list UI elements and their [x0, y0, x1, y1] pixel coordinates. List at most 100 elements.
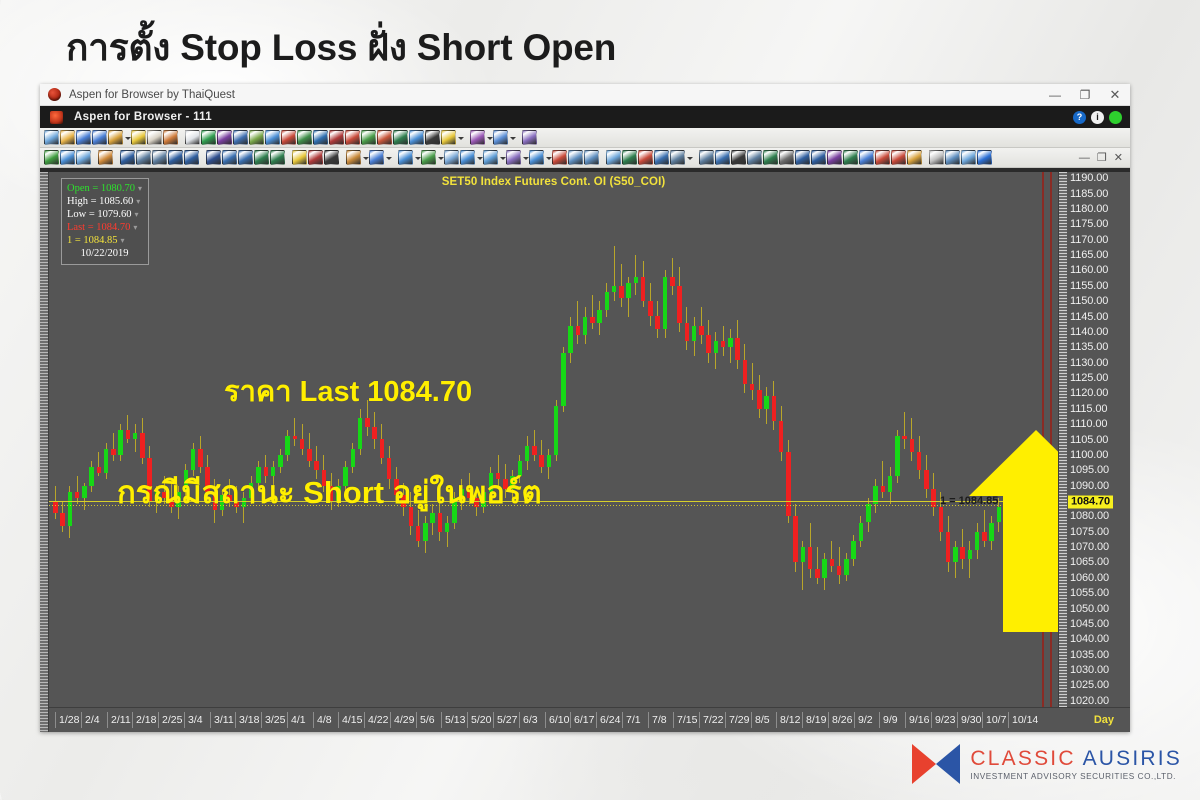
toolbar-button-icon[interactable]: [324, 150, 339, 165]
toolbar-button-icon[interactable]: [217, 130, 232, 145]
toolbar-button-icon[interactable]: [345, 130, 360, 145]
toolbar-button-icon[interactable]: [254, 150, 269, 165]
toolbar-button-icon[interactable]: [859, 150, 874, 165]
chevron-down-icon[interactable]: [486, 130, 493, 145]
chevron-down-icon[interactable]: [522, 150, 529, 165]
maximize-icon[interactable]: ❐: [1070, 84, 1100, 105]
toolbar-button-icon[interactable]: [441, 130, 456, 145]
toolbar-button-icon[interactable]: [393, 130, 408, 145]
toolbar-button-icon[interactable]: [699, 150, 714, 165]
toolbar-button-icon[interactable]: [346, 150, 361, 165]
toolbar-button-icon[interactable]: [654, 150, 669, 165]
toolbar-button-icon[interactable]: [281, 130, 296, 145]
toolbar-button-icon[interactable]: [131, 130, 146, 145]
toolbar-button-icon[interactable]: [731, 150, 746, 165]
mdi-close-icon[interactable]: ✕: [1114, 151, 1123, 164]
info-icon[interactable]: i: [1091, 110, 1104, 124]
toolbar-button-icon[interactable]: [361, 130, 376, 145]
toolbar-button-icon[interactable]: [552, 150, 567, 165]
chevron-down-icon[interactable]: [414, 150, 421, 165]
mdi-window-controls[interactable]: — ❐ ✕: [1079, 151, 1130, 165]
chevron-down-icon[interactable]: [686, 150, 693, 165]
toolbar-button-icon[interactable]: [120, 150, 135, 165]
minimize-icon[interactable]: —: [1040, 84, 1070, 105]
toolbar-button-icon[interactable]: [827, 150, 842, 165]
window-controls[interactable]: — ❐ ✕: [1040, 84, 1130, 105]
toolbar-button-icon[interactable]: [891, 150, 906, 165]
toolbar-button-icon[interactable]: [529, 150, 544, 165]
toolbar-button-icon[interactable]: [184, 150, 199, 165]
toolbar-button-icon[interactable]: [568, 150, 583, 165]
mdi-minimize-icon[interactable]: —: [1079, 152, 1090, 164]
toolbar-button-icon[interactable]: [60, 150, 75, 165]
toolbar-button-icon[interactable]: [76, 130, 91, 145]
toolbar-button-icon[interactable]: [929, 150, 944, 165]
toolbar-button-icon[interactable]: [270, 150, 285, 165]
toolbar-button-icon[interactable]: [152, 150, 167, 165]
toolbar-button-icon[interactable]: [233, 130, 248, 145]
toolbar-button-icon[interactable]: [493, 130, 508, 145]
help-icon[interactable]: ?: [1073, 110, 1086, 124]
candlestick-plot[interactable]: SET50 Index Futures Cont. OI (S50_COI) O…: [49, 172, 1058, 707]
toolbar-button-icon[interactable]: [297, 130, 312, 145]
toolbar-button-icon[interactable]: [44, 150, 59, 165]
toolbar-button-icon[interactable]: [108, 130, 123, 145]
chevron-down-icon[interactable]: [362, 150, 369, 165]
toolbar-button-icon[interactable]: [136, 150, 151, 165]
toolbar-button-icon[interactable]: [398, 150, 413, 165]
toolbar-button-icon[interactable]: [811, 150, 826, 165]
toolbar-button-icon[interactable]: [249, 130, 264, 145]
toolbar-button-icon[interactable]: [425, 130, 440, 145]
toolbar-button-icon[interactable]: [76, 150, 91, 165]
toolbar-button-icon[interactable]: [483, 150, 498, 165]
toolbar-button-icon[interactable]: [44, 130, 59, 145]
chevron-down-icon[interactable]: [509, 130, 516, 145]
chevron-down-icon[interactable]: [385, 150, 392, 165]
toolbar-button-icon[interactable]: [843, 150, 858, 165]
toolbar-button-icon[interactable]: [795, 150, 810, 165]
toolbar-button-icon[interactable]: [444, 150, 459, 165]
toolbar-button-icon[interactable]: [907, 150, 922, 165]
toolbar-button-icon[interactable]: [163, 130, 178, 145]
chevron-down-icon[interactable]: [545, 150, 552, 165]
toolbar-button-icon[interactable]: [763, 150, 778, 165]
toolbar-button-icon[interactable]: [206, 150, 221, 165]
toolbar-button-icon[interactable]: [606, 150, 621, 165]
toolbar-button-icon[interactable]: [670, 150, 685, 165]
toolbar-button-icon[interactable]: [377, 130, 392, 145]
toolbar-button-icon[interactable]: [369, 150, 384, 165]
chevron-down-icon[interactable]: [499, 150, 506, 165]
toolbar-button-icon[interactable]: [945, 150, 960, 165]
toolbar-button-icon[interactable]: [60, 130, 75, 145]
toolbar-button-icon[interactable]: [779, 150, 794, 165]
toolbar-button-icon[interactable]: [470, 130, 485, 145]
toolbar-button-icon[interactable]: [638, 150, 653, 165]
toolbar-button-icon[interactable]: [460, 150, 475, 165]
chevron-down-icon[interactable]: [437, 150, 444, 165]
toolbar-button-icon[interactable]: [961, 150, 976, 165]
toolbar-button-icon[interactable]: [265, 130, 280, 145]
toolbar-button-icon[interactable]: [238, 150, 253, 165]
close-icon[interactable]: ✕: [1100, 84, 1130, 105]
toolbar-button-icon[interactable]: [222, 150, 237, 165]
toolbar-button-icon[interactable]: [715, 150, 730, 165]
toolbar-button-icon[interactable]: [421, 150, 436, 165]
chart-area[interactable]: SET50 Index Futures Cont. OI (S50_COI) O…: [40, 172, 1130, 732]
chevron-down-icon[interactable]: [124, 130, 131, 145]
toolbar-button-icon[interactable]: [584, 150, 599, 165]
chevron-down-icon[interactable]: [476, 150, 483, 165]
toolbar-button-icon[interactable]: [308, 150, 323, 165]
toolbar-button-icon[interactable]: [875, 150, 890, 165]
toolbar-button-icon[interactable]: [506, 150, 521, 165]
main-toolbar[interactable]: [40, 128, 1130, 148]
price-axis[interactable]: 1190.00 1185.00 1180.00 1175.00 1170.00 1165.…: [1050, 172, 1130, 707]
toolbar-button-icon[interactable]: [92, 130, 107, 145]
toolbar-button-icon[interactable]: [313, 130, 328, 145]
toolbar-button-icon[interactable]: [292, 150, 307, 165]
toolbar-button-icon[interactable]: [185, 130, 200, 145]
toolbar-button-icon[interactable]: [977, 150, 992, 165]
drawing-toolbar[interactable]: — ❐ ✕: [40, 148, 1130, 168]
toolbar-button-icon[interactable]: [98, 150, 113, 165]
toolbar-button-icon[interactable]: [747, 150, 762, 165]
toolbar-button-icon[interactable]: [522, 130, 537, 145]
